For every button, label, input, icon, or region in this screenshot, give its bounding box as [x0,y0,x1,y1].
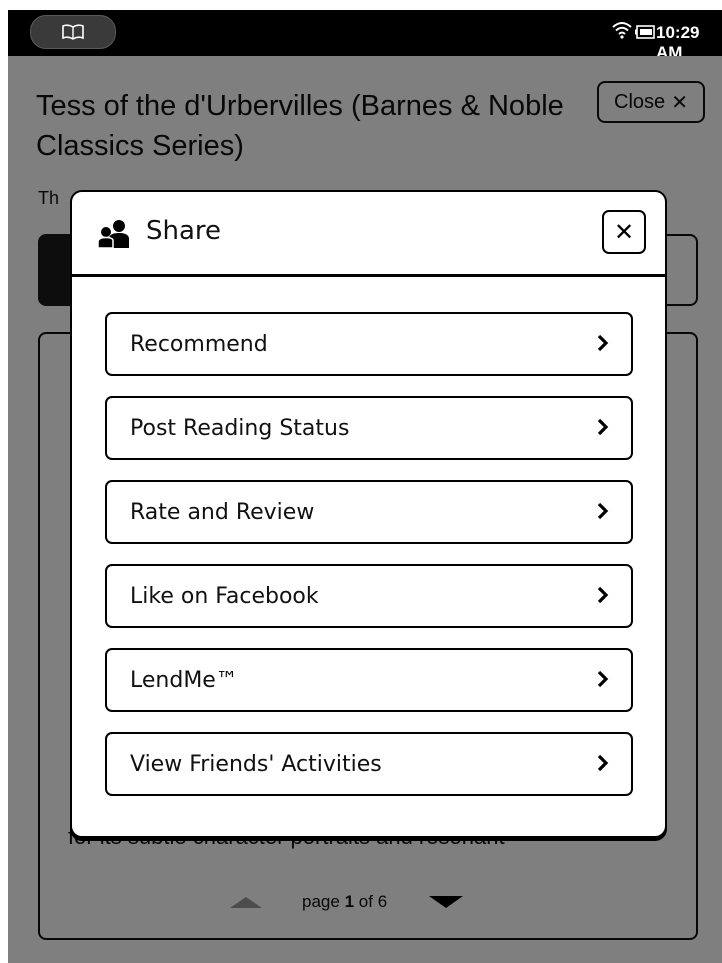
chevron-right-icon [597,754,609,772]
menu-item-like-on-facebook[interactable]: Like on Facebook [105,564,633,628]
menu-item-label: Rate and Review [130,499,315,525]
device-screen: 10:29 AM Tess of the d'Urbervilles (Barn… [8,10,722,963]
dialog-header: Share ✕ [72,192,665,277]
battery-icon [635,25,655,39]
chevron-right-icon [597,586,609,604]
menu-item-label: View Friends' Activities [130,751,382,777]
menu-item-label: Recommend [130,331,268,357]
menu-item-label: Like on Facebook [130,583,319,609]
menu-item-label: LendMe™ [130,667,238,693]
chevron-right-icon [597,502,609,520]
share-menu: Recommend Post Reading Status Rate and R… [105,312,633,816]
close-icon: ✕ [613,218,635,246]
library-button[interactable] [30,15,116,49]
menu-item-view-friends-activities[interactable]: View Friends' Activities [105,732,633,796]
share-dialog: Share ✕ Recommend Post Reading Status Ra… [70,190,667,838]
chevron-right-icon [597,670,609,688]
status-bar: 10:29 AM [8,10,722,62]
open-book-icon [62,24,84,40]
chevron-right-icon [597,334,609,352]
wifi-icon [612,22,632,39]
menu-item-rate-and-review[interactable]: Rate and Review [105,480,633,544]
people-icon [97,220,129,249]
menu-item-post-reading-status[interactable]: Post Reading Status [105,396,633,460]
dialog-close-button[interactable]: ✕ [602,210,646,254]
chevron-right-icon [597,418,609,436]
menu-item-recommend[interactable]: Recommend [105,312,633,376]
menu-item-lendme[interactable]: LendMe™ [105,648,633,712]
dialog-title: Share [146,216,222,246]
menu-item-label: Post Reading Status [130,415,350,441]
